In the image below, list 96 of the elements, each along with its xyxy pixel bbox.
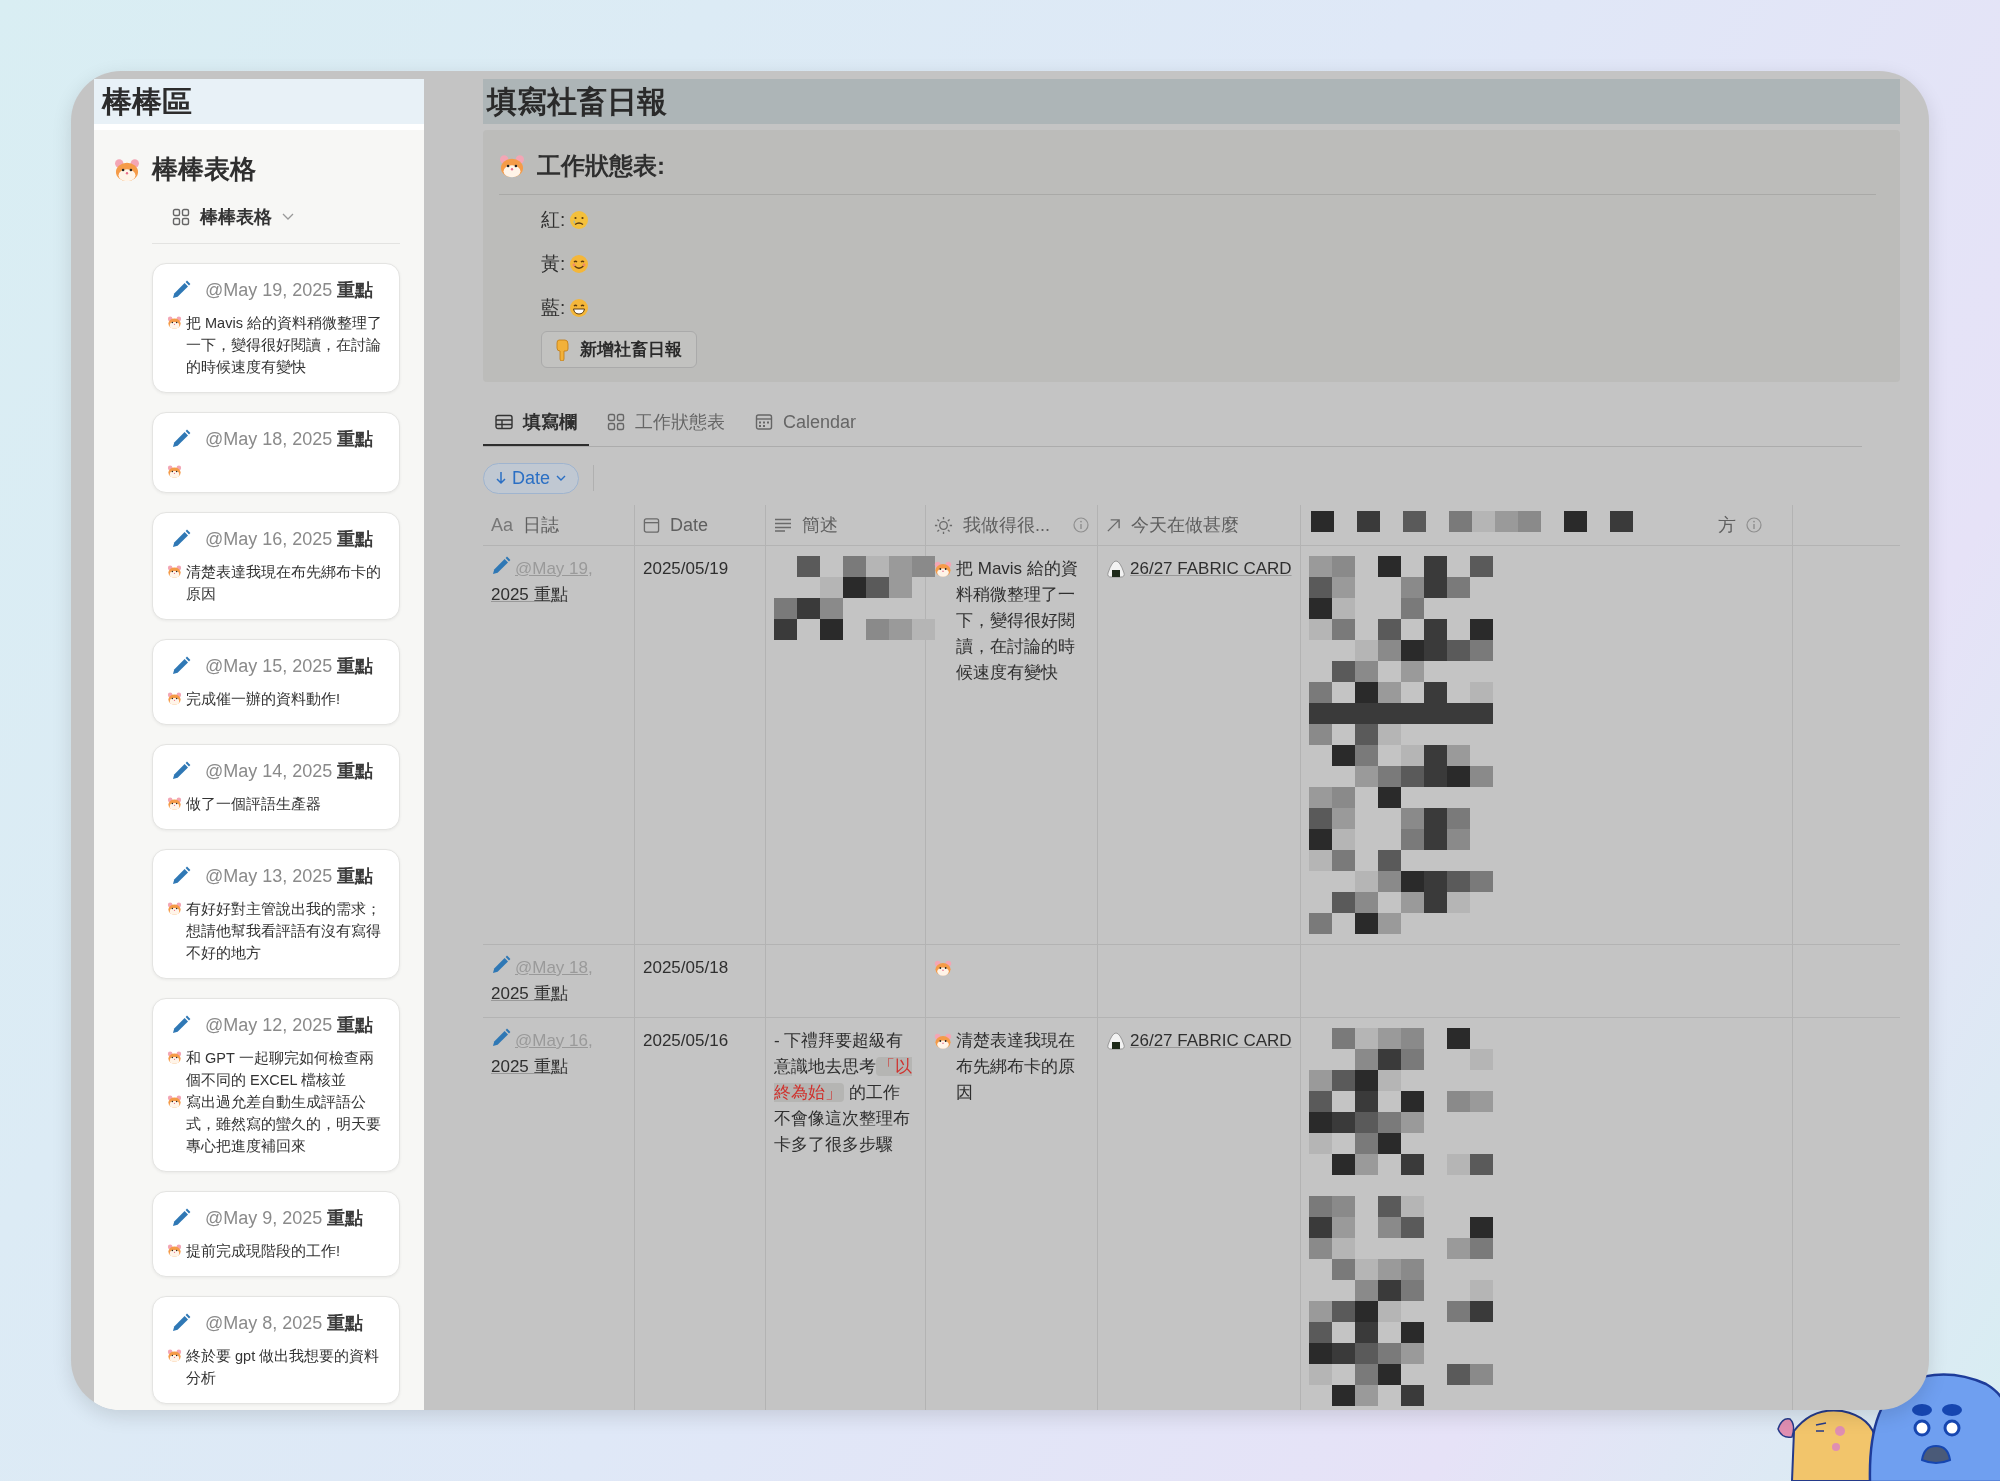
text-lines-icon [774, 518, 792, 532]
property-type-icon: Aa [491, 514, 514, 536]
relation-link[interactable]: 26/27 FABRIC CARD [1106, 1028, 1292, 1054]
gallery-card[interactable]: @May 13, 2025 重點 有好好對主管說出我的需求；想請他幫我看評語有沒有寫得不好的地方 [152, 849, 400, 979]
card-text: 提前完成現階段的工作! [186, 1242, 341, 1261]
pencil-icon [491, 556, 511, 576]
hamster-icon [499, 154, 525, 178]
gallery-card[interactable]: @May 19, 2025 重點 把 Mavis 給的資料稍微整理了一下，變得很好閱讀，在討論的時候速度有變快 [152, 263, 400, 393]
gallery-icon [172, 208, 190, 226]
card-title: @May 8, 2025 重點 [205, 1312, 364, 1335]
column-header[interactable]: 方 [1718, 513, 1736, 537]
caret-icon [556, 475, 567, 481]
cell-text: - 下禮拜要超級有意識地去思考「以終為始」 的工作 不會像這次整理布卡多了很多步驟 [774, 1030, 913, 1156]
table-icon [495, 414, 513, 430]
callout-title: 工作狀態表: [537, 151, 665, 181]
card-title: @May 15, 2025 重點 [205, 655, 374, 678]
column-header[interactable]: 日誌 [523, 513, 560, 537]
cell-text: 清楚表達我現在布先綁布卡的原因 [956, 1030, 1076, 1104]
card-text: 完成催一辦的資料動作! [186, 690, 341, 709]
pencil-icon [171, 1015, 191, 1035]
gallery-card[interactable]: @May 18, 2025 重點 [152, 412, 400, 493]
pencil-icon [171, 1313, 191, 1333]
pencil-icon [171, 1208, 191, 1228]
status-label: 黃: [541, 252, 566, 276]
hamster-icon [114, 157, 140, 182]
card-title: @May 14, 2025 重點 [205, 760, 374, 783]
column-header[interactable]: 簡述 [802, 513, 838, 537]
calendar-icon [755, 413, 773, 431]
hamster-icon [167, 692, 182, 705]
hamster-icon [934, 1033, 952, 1049]
card-title: @May 13, 2025 重點 [205, 865, 374, 888]
card-title: @May 18, 2025 重點 [205, 428, 374, 451]
column-header[interactable]: Date [670, 514, 709, 536]
info-icon[interactable] [1073, 517, 1089, 533]
add-report-button[interactable]: 新增社畜日報 [541, 331, 697, 368]
page-title: 填寫社畜日報 [483, 79, 1900, 124]
grinning-face-icon [569, 298, 590, 318]
pencil-icon [171, 656, 191, 676]
pencil-icon [491, 955, 511, 975]
sun-icon [934, 515, 953, 535]
hamster-icon [934, 960, 952, 976]
card-text: 做了一個評語生產器 [186, 795, 321, 814]
column-header[interactable]: 我做得很... [963, 513, 1050, 537]
hamster-icon [167, 565, 182, 578]
gallery-card[interactable]: @May 9, 2025 重點 提前完成現階段的工作! [152, 1191, 400, 1277]
calendar-icon [643, 516, 660, 534]
cell-text: 把 Mavis 給的資料稍微整理了一下，變得很好閱讀，在討論的時候速度有變快 [956, 558, 1079, 684]
hamster-icon [167, 1244, 182, 1257]
card-text: 清楚表達我現在布先綁布卡的原因 [186, 563, 382, 604]
column-header[interactable]: 今天在做甚麼 [1131, 513, 1239, 537]
info-icon[interactable] [1746, 517, 1762, 533]
gallery-card[interactable]: @May 15, 2025 重點 完成催一辦的資料動作! [152, 639, 400, 725]
date-cell: 2025/05/19 [643, 559, 729, 578]
card-text: 把 Mavis 給的資料稍微整理了一下，變得很好閱讀，在討論的時候速度有變快 [186, 314, 383, 377]
arrow-up-right-icon [1106, 517, 1121, 533]
hamster-icon [167, 902, 182, 915]
card-text: 和 GPT 一起聊完如何檢查兩個不同的 EXCEL 檔核並 [186, 1049, 375, 1090]
card-title: @May 9, 2025 重點 [205, 1207, 364, 1230]
hamster-icon [167, 797, 182, 810]
view-tab[interactable]: 填寫欄 [483, 404, 589, 446]
pencil-icon [171, 280, 191, 300]
card-text: 終於要 gpt 做出我想要的資料分析 [186, 1347, 381, 1388]
sidebar-heading: 棒棒區 [94, 79, 424, 124]
date-cell: 2025/05/18 [643, 958, 729, 977]
card-title: @May 16, 2025 重點 [205, 528, 374, 551]
pencil-icon [171, 429, 191, 449]
smiling-face-icon [569, 254, 590, 274]
down-arrow-icon [496, 471, 506, 485]
hamster-icon [167, 1349, 182, 1362]
status-label: 紅: [541, 208, 566, 232]
gallery-card[interactable]: @May 14, 2025 重點 做了一個評語生產器 [152, 744, 400, 830]
caret-icon [282, 213, 294, 221]
hamster-icon [934, 561, 952, 577]
gallery-card[interactable]: @May 12, 2025 重點 和 GPT 一起聊完如何檢查兩個不同的 EXCEL 檔核並 寫出過允差自動生成評語公式，雖然寫的蠻久的，明天要專心把進度補回來 [152, 998, 400, 1172]
gallery-icon [607, 413, 625, 431]
pencil-icon [491, 1028, 511, 1048]
hamster-icon [167, 465, 182, 478]
gallery-card[interactable]: @May 16, 2025 重點 清楚表達我現在布先綁布卡的原因 [152, 512, 400, 620]
pencil-icon [171, 761, 191, 781]
date-cell: 2025/05/16 [643, 1031, 729, 1050]
hamster-icon [167, 1095, 182, 1108]
status-label: 藍: [541, 296, 566, 320]
card-text: 寫出過允差自動生成評語公式，雖然寫的蠻久的，明天要專心把進度補回來 [186, 1093, 382, 1156]
card-title: @May 12, 2025 重點 [205, 1014, 374, 1037]
teary-face-icon [569, 210, 590, 230]
card-text: 有好好對主管說出我的需求；想請他幫我看評語有沒有寫得不好的地方 [186, 900, 382, 963]
pointing-hand-icon [554, 338, 570, 361]
pencil-icon [171, 529, 191, 549]
pencil-icon [171, 866, 191, 886]
hamster-icon [167, 316, 182, 329]
relation-link[interactable]: 26/27 FABRIC CARD [1106, 556, 1292, 582]
gallery-card[interactable]: @May 8, 2025 重點 終於要 gpt 做出我想要的資料分析 [152, 1296, 400, 1404]
view-selector[interactable]: 棒棒表格 [164, 201, 302, 233]
hamster-icon [167, 1051, 182, 1064]
database-title: 棒棒表格 [152, 153, 256, 186]
card-title: @May 19, 2025 重點 [205, 279, 374, 302]
